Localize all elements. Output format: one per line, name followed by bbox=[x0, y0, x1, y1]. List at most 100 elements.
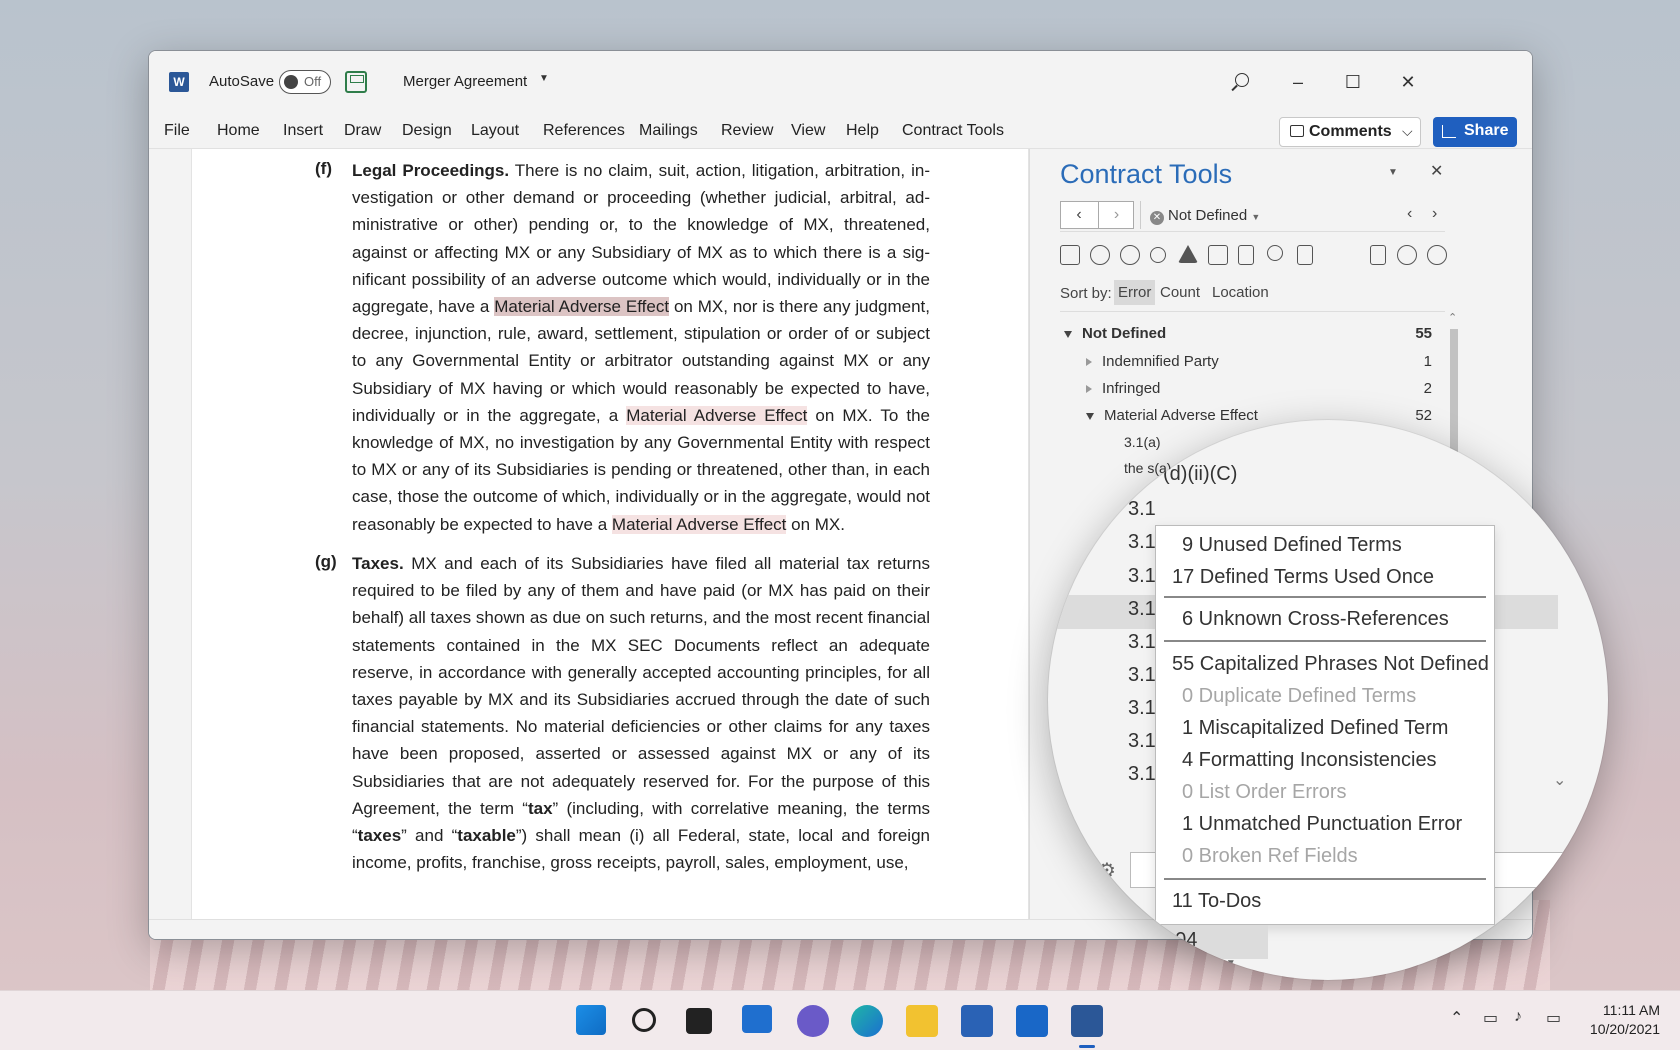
tree-item-indemnified-party[interactable]: Indemnified Party bbox=[1086, 353, 1219, 370]
battery-icon[interactable]: ▭ bbox=[1546, 1008, 1561, 1028]
tab-help[interactable]: Help bbox=[846, 122, 879, 140]
account-icon[interactable] bbox=[1427, 245, 1447, 265]
minimize-icon[interactable]: – bbox=[1283, 67, 1313, 97]
task-view-icon[interactable] bbox=[686, 1008, 712, 1034]
autosave-toggle[interactable]: Off bbox=[279, 70, 331, 94]
file-explorer-icon[interactable] bbox=[906, 1005, 938, 1037]
tree-item-material-adverse-effect[interactable]: Material Adverse Effect bbox=[1086, 407, 1258, 424]
chevron-up-icon[interactable]: ⌃ bbox=[1450, 1008, 1463, 1028]
cross-reference-icon[interactable] bbox=[1120, 245, 1140, 265]
tab-insert[interactable]: Insert bbox=[283, 122, 323, 140]
next-issue-button[interactable]: › bbox=[1098, 202, 1134, 228]
menu-separator bbox=[1164, 878, 1486, 880]
close-icon[interactable]: ✕ bbox=[1430, 161, 1443, 181]
row-prefix: 3.1 bbox=[1128, 565, 1156, 587]
chevron-down-icon: ▼ bbox=[1225, 958, 1236, 970]
reference-text: (d)(ii)(C) bbox=[1163, 463, 1238, 485]
row-prefix: 3.1 bbox=[1128, 730, 1156, 752]
tab-layout[interactable]: Layout bbox=[471, 122, 519, 140]
gear-icon[interactable]: ⚙ bbox=[1098, 858, 1116, 883]
chevron-down-icon[interactable]: ▼ bbox=[539, 73, 549, 84]
share-button[interactable]: Share bbox=[1433, 117, 1517, 147]
maximize-icon[interactable]: ☐ bbox=[1338, 67, 1368, 97]
start-button-icon[interactable] bbox=[576, 1005, 606, 1035]
tree-item-label: Indemnified Party bbox=[1102, 353, 1219, 370]
document-title[interactable]: Merger Agreement bbox=[403, 73, 527, 90]
menu-item-to-dos[interactable]: 11 To-Dos bbox=[1172, 890, 1261, 913]
comment-icon[interactable] bbox=[1208, 245, 1228, 265]
save-icon[interactable] bbox=[345, 71, 367, 93]
clipboard-icon[interactable] bbox=[1297, 245, 1313, 265]
menu-item-defined-terms-used-once[interactable]: 17 Defined Terms Used Once bbox=[1172, 566, 1434, 589]
search-icon[interactable] bbox=[1267, 245, 1283, 261]
document-page[interactable]: (f) Legal Proceedings. There is no claim… bbox=[191, 149, 1029, 929]
edge-icon[interactable] bbox=[851, 1005, 883, 1037]
warning-icon[interactable] bbox=[1178, 245, 1198, 263]
paragraph-heading: Taxes. bbox=[352, 554, 404, 573]
tab-contract-tools[interactable]: Contract Tools bbox=[902, 122, 1004, 140]
defined-term-highlight[interactable]: Material Adverse Effect bbox=[626, 405, 808, 425]
chevron-left-icon[interactable]: ‹ bbox=[1407, 205, 1412, 223]
search-icon[interactable] bbox=[1227, 67, 1257, 97]
menu-item-capitalized-phrases-not-defined[interactable]: 55 Capitalized Phrases Not Defined bbox=[1172, 653, 1489, 676]
menu-separator bbox=[1164, 640, 1486, 642]
tab-review[interactable]: Review bbox=[721, 122, 773, 140]
search-icon[interactable] bbox=[632, 1008, 656, 1032]
comments-label: Comments bbox=[1309, 123, 1392, 140]
document-settings-icon[interactable] bbox=[1370, 245, 1386, 265]
menu-item-unused-defined-terms[interactable]: 9 Unused Defined Terms bbox=[1182, 534, 1402, 557]
pane-options-icon[interactable]: ▼ bbox=[1388, 167, 1398, 178]
tab-references[interactable]: References bbox=[543, 122, 625, 140]
paragraph-legal-proceedings[interactable]: Legal Proceedings. There is no claim, su… bbox=[352, 157, 930, 538]
sort-by-count[interactable]: Count bbox=[1156, 280, 1204, 305]
tab-file[interactable]: File bbox=[164, 122, 190, 140]
scroll-thumb[interactable] bbox=[1450, 329, 1458, 459]
list-icon[interactable] bbox=[1060, 245, 1080, 265]
chevron-right-icon[interactable]: › bbox=[1432, 205, 1437, 223]
quote-icon[interactable] bbox=[1090, 245, 1110, 265]
row-prefix: 3.1 bbox=[1128, 598, 1156, 620]
paragraph-taxes[interactable]: Taxes. MX and each of its Subsidiaries h… bbox=[352, 550, 930, 876]
clear-filter-icon[interactable]: ✕ bbox=[1150, 211, 1164, 225]
menu-item-unmatched-punctuation-error[interactable]: 1 Unmatched Punctuation Error bbox=[1182, 813, 1462, 836]
comments-button[interactable]: Comments ⌵ bbox=[1279, 117, 1421, 147]
word-taskbar-icon[interactable] bbox=[1071, 1005, 1103, 1048]
previous-issue-button[interactable]: ‹ bbox=[1061, 202, 1097, 228]
chevron-down-icon[interactable]: ⌄ bbox=[1553, 770, 1566, 790]
menu-item-unknown-cross-references[interactable]: 6 Unknown Cross-References bbox=[1182, 608, 1449, 631]
close-icon[interactable]: ✕ bbox=[1393, 67, 1423, 97]
tab-mailings[interactable]: Mailings bbox=[639, 122, 698, 140]
volume-icon[interactable]: ♪ bbox=[1514, 1008, 1522, 1026]
chat-icon[interactable] bbox=[797, 1005, 829, 1037]
issues-count-dropdown[interactable]: 104 Issues ▼ bbox=[1158, 925, 1268, 974]
row-prefix: 3.1 bbox=[1128, 664, 1156, 686]
menu-item-broken-ref-fields: 0 Broken Ref Fields bbox=[1182, 845, 1358, 867]
tree-item-infringed[interactable]: Infringed bbox=[1086, 380, 1160, 397]
divider bbox=[1060, 311, 1445, 312]
sort-by-location[interactable]: Location bbox=[1208, 280, 1273, 305]
tab-home[interactable]: Home bbox=[217, 122, 260, 140]
chevron-up-icon[interactable]: ⌃ bbox=[1448, 311, 1457, 324]
hierarchy-icon[interactable] bbox=[1150, 247, 1166, 263]
gear-icon[interactable] bbox=[1397, 245, 1417, 265]
issue-filter-dropdown[interactable]: ✕ Not Defined ▼ bbox=[1150, 207, 1260, 225]
widgets-icon[interactable] bbox=[742, 1005, 772, 1033]
menu-separator bbox=[1164, 596, 1486, 598]
tab-draw[interactable]: Draw bbox=[344, 122, 381, 140]
defined-term-highlight[interactable]: Material Adverse Ef­fect bbox=[611, 514, 787, 534]
mail-icon[interactable] bbox=[1016, 1005, 1048, 1037]
defined-term-highlight[interactable]: Material Adverse Effect bbox=[494, 297, 670, 317]
paragraph-text: ” and “ bbox=[401, 826, 458, 846]
sort-by-error[interactable]: Error bbox=[1114, 280, 1156, 305]
tab-design[interactable]: Design bbox=[402, 122, 452, 140]
tree-reference[interactable]: 3.1(a) bbox=[1124, 434, 1161, 450]
menu-item-formatting-inconsistencies[interactable]: 4 Formatting Inconsistencies bbox=[1182, 749, 1437, 772]
store-icon[interactable] bbox=[961, 1005, 993, 1037]
tab-view[interactable]: View bbox=[791, 122, 825, 140]
clock[interactable]: 11:11 AM 10/20/2021 bbox=[1588, 1001, 1660, 1039]
network-icon[interactable]: ▭ bbox=[1483, 1008, 1498, 1028]
tree-group-not-defined[interactable]: Not Defined bbox=[1064, 325, 1166, 342]
menu-item-list-order-errors: 0 List Order Errors bbox=[1182, 781, 1347, 803]
menu-item-miscapitalized-defined-term[interactable]: 1 Miscapitalized Defined Term bbox=[1182, 717, 1448, 740]
document-icon[interactable] bbox=[1238, 245, 1254, 265]
